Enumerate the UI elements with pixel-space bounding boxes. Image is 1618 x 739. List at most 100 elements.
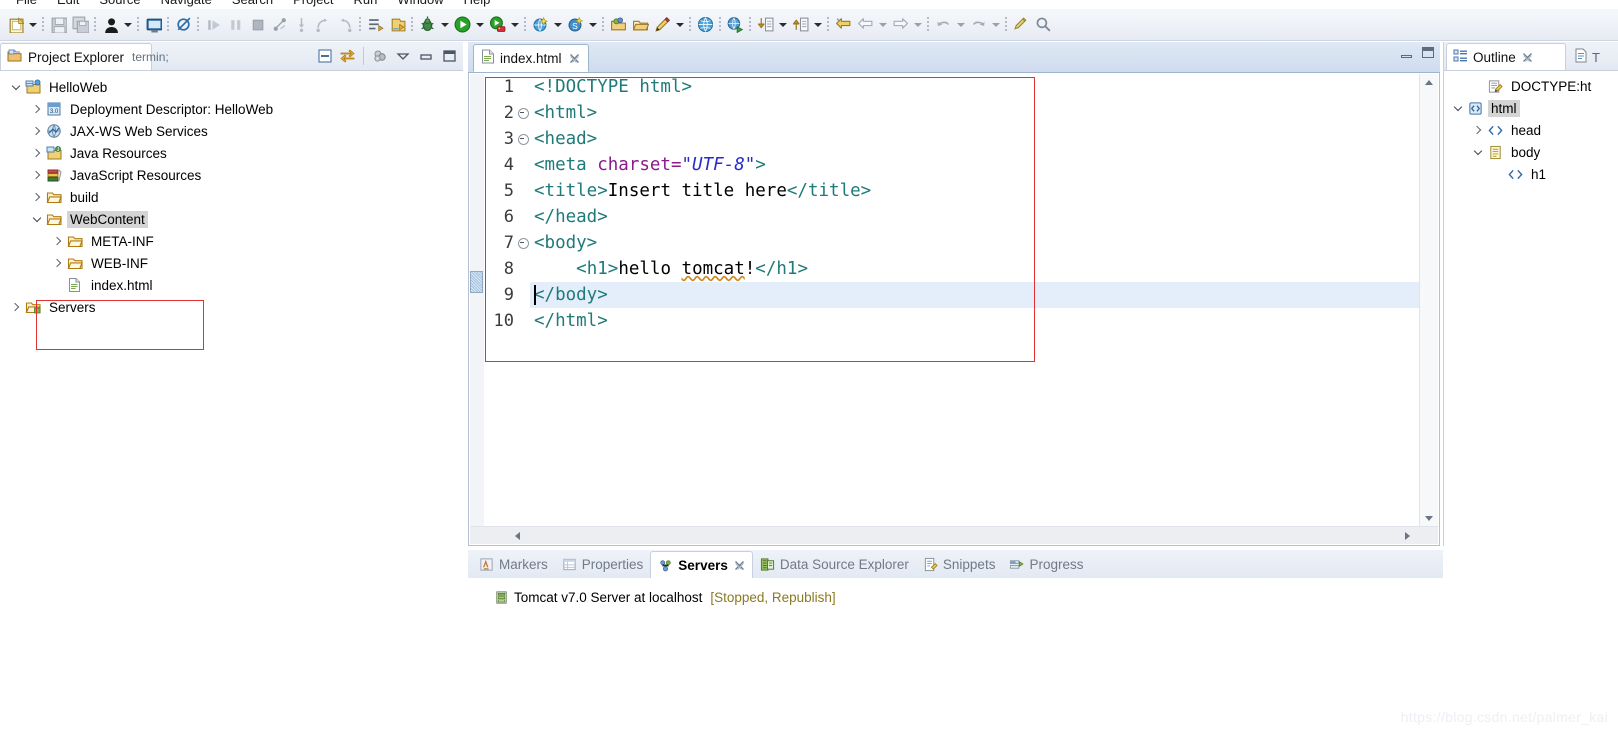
run-on-server-icon[interactable] xyxy=(486,14,508,36)
open-task-icon[interactable] xyxy=(386,14,408,36)
redo-dropdown-arrow[interactable] xyxy=(989,14,1002,36)
code-line[interactable]: <body> xyxy=(530,230,1419,256)
scroll-left-icon[interactable] xyxy=(508,527,526,544)
outline-row[interactable]: DOCTYPE:ht xyxy=(1444,75,1618,97)
close-icon[interactable]: termin; xyxy=(132,51,169,63)
new-wizard-icon[interactable] xyxy=(4,14,26,36)
open-browser-icon[interactable] xyxy=(694,14,716,36)
run-on-server-dropdown-arrow[interactable] xyxy=(508,14,521,36)
open-type-icon[interactable] xyxy=(364,14,386,36)
close-icon[interactable] xyxy=(1522,52,1533,63)
step-return-icon[interactable] xyxy=(334,14,356,36)
resume-icon[interactable] xyxy=(202,14,224,36)
tree-row[interactable]: WEB-INF xyxy=(0,252,463,274)
scroll-down-icon[interactable] xyxy=(1420,510,1438,527)
fold-collapse-icon[interactable] xyxy=(516,126,530,152)
chevron-right-icon[interactable] xyxy=(29,164,45,186)
menu-run[interactable]: Run xyxy=(344,0,388,9)
outline-tree[interactable]: DOCTYPE:ht html head body h1 xyxy=(1444,71,1618,546)
menu-navigate[interactable]: Navigate xyxy=(151,0,222,9)
tab-outline[interactable]: Outline xyxy=(1446,43,1566,70)
close-icon[interactable] xyxy=(569,53,580,64)
editor-horizontal-scrollbar[interactable] xyxy=(470,526,1438,544)
chevron-right-icon[interactable] xyxy=(50,230,66,252)
save-icon[interactable] xyxy=(47,14,69,36)
tab-task-list[interactable]: T xyxy=(1570,44,1604,70)
scroll-right-icon[interactable] xyxy=(1398,527,1416,544)
new-web-project-dropdown-arrow[interactable] xyxy=(551,14,564,36)
outline-row[interactable]: body xyxy=(1444,141,1618,163)
editor-marker-bar[interactable] xyxy=(470,74,485,527)
back-dropdown-arrow[interactable] xyxy=(876,14,889,36)
tab-properties[interactable]: Properties xyxy=(555,551,651,578)
publish-run-icon[interactable] xyxy=(724,14,746,36)
minimize-icon[interactable] xyxy=(1401,48,1412,58)
chevron-right-icon[interactable] xyxy=(50,252,66,274)
view-filter-icon[interactable] xyxy=(369,46,390,67)
code-line[interactable]: </head> xyxy=(530,204,1419,230)
skip-breakpoints-icon[interactable] xyxy=(172,14,194,36)
menu-edit[interactable]: Edit xyxy=(47,0,89,9)
run-icon[interactable] xyxy=(451,14,473,36)
new-wizard-dropdown-arrow[interactable] xyxy=(26,14,39,36)
source-text[interactable]: <!DOCTYPE html> <html> <head> <meta charset… xyxy=(530,74,1419,527)
run-dropdown-arrow[interactable] xyxy=(473,14,486,36)
open-folder-icon[interactable] xyxy=(629,14,651,36)
chevron-right-icon[interactable] xyxy=(29,120,45,142)
user-icon[interactable] xyxy=(99,14,121,36)
new-server-dropdown-arrow[interactable] xyxy=(586,14,599,36)
outline-row[interactable]: head xyxy=(1444,119,1618,141)
code-editor-pane[interactable]: 1 2 3 4 5 6 7 8 9 10 <!DOCTYPE html> <html> <head> <… xyxy=(468,73,1440,546)
suspend-icon[interactable] xyxy=(224,14,246,36)
tree-row[interactable]: JavaScript Resources xyxy=(0,164,463,186)
chevron-down-icon[interactable] xyxy=(29,208,45,230)
menu-help[interactable]: Help xyxy=(454,0,501,9)
open-package-icon[interactable] xyxy=(607,14,629,36)
maximize-icon[interactable] xyxy=(438,46,459,67)
console-icon[interactable] xyxy=(142,14,164,36)
search-icon[interactable] xyxy=(1032,14,1054,36)
debug-dropdown-arrow[interactable] xyxy=(438,14,451,36)
project-tree[interactable]: HelloWeb 3.0 Deployment Descriptor: HelloW… xyxy=(0,71,463,739)
editor-vertical-scrollbar[interactable] xyxy=(1419,74,1438,527)
chevron-down-icon[interactable] xyxy=(8,76,24,98)
tab-markers[interactable]: Markers xyxy=(472,551,555,578)
step-over-icon[interactable] xyxy=(312,14,334,36)
import-dropdown-arrow[interactable] xyxy=(776,14,789,36)
tree-row[interactable]: 3.0 Deployment Descriptor: HelloWeb xyxy=(0,98,463,120)
code-line[interactable]: </html> xyxy=(530,308,1419,334)
code-line[interactable]: </body> xyxy=(530,282,1419,308)
edit-dropdown-arrow[interactable] xyxy=(673,14,686,36)
save-all-icon[interactable] xyxy=(69,14,91,36)
outline-row[interactable]: html xyxy=(1444,97,1618,119)
outline-row[interactable]: h1 xyxy=(1444,163,1618,185)
fold-collapse-icon[interactable] xyxy=(516,230,530,256)
terminate-icon[interactable] xyxy=(246,14,268,36)
export-icon[interactable] xyxy=(789,14,811,36)
chevron-right-icon[interactable] xyxy=(29,142,45,164)
close-icon[interactable] xyxy=(734,560,745,571)
scroll-up-icon[interactable] xyxy=(1420,74,1438,91)
tree-row[interactable]: J Java Resources xyxy=(0,142,463,164)
chevron-down-icon[interactable] xyxy=(1450,97,1466,119)
forward-dropdown-arrow[interactable] xyxy=(911,14,924,36)
forward-icon[interactable] xyxy=(889,14,911,36)
fold-collapse-icon[interactable] xyxy=(516,100,530,126)
tab-project-explorer[interactable]: Project Explorer termin; xyxy=(0,43,169,70)
collapse-all-icon[interactable] xyxy=(314,46,335,67)
code-line[interactable]: <!DOCTYPE html> xyxy=(530,74,1419,100)
menu-project[interactable]: Project xyxy=(283,0,343,9)
undo-dropdown-arrow[interactable] xyxy=(954,14,967,36)
annotation-next-icon[interactable] xyxy=(832,14,854,36)
chevron-right-icon[interactable] xyxy=(1470,119,1486,141)
code-line[interactable]: <title>Insert title here</title> xyxy=(530,178,1419,204)
chevron-down-icon[interactable] xyxy=(1470,141,1486,163)
menu-window[interactable]: Window xyxy=(387,0,453,9)
chevron-right-icon[interactable] xyxy=(29,98,45,120)
minimize-icon[interactable] xyxy=(415,46,436,67)
maximize-icon[interactable] xyxy=(1422,47,1434,58)
chevron-right-icon[interactable] xyxy=(8,296,24,318)
code-line[interactable]: <h1>hello tomcat!</h1> xyxy=(530,256,1419,282)
step-into-icon[interactable] xyxy=(290,14,312,36)
last-edit-location-icon[interactable] xyxy=(1010,14,1032,36)
